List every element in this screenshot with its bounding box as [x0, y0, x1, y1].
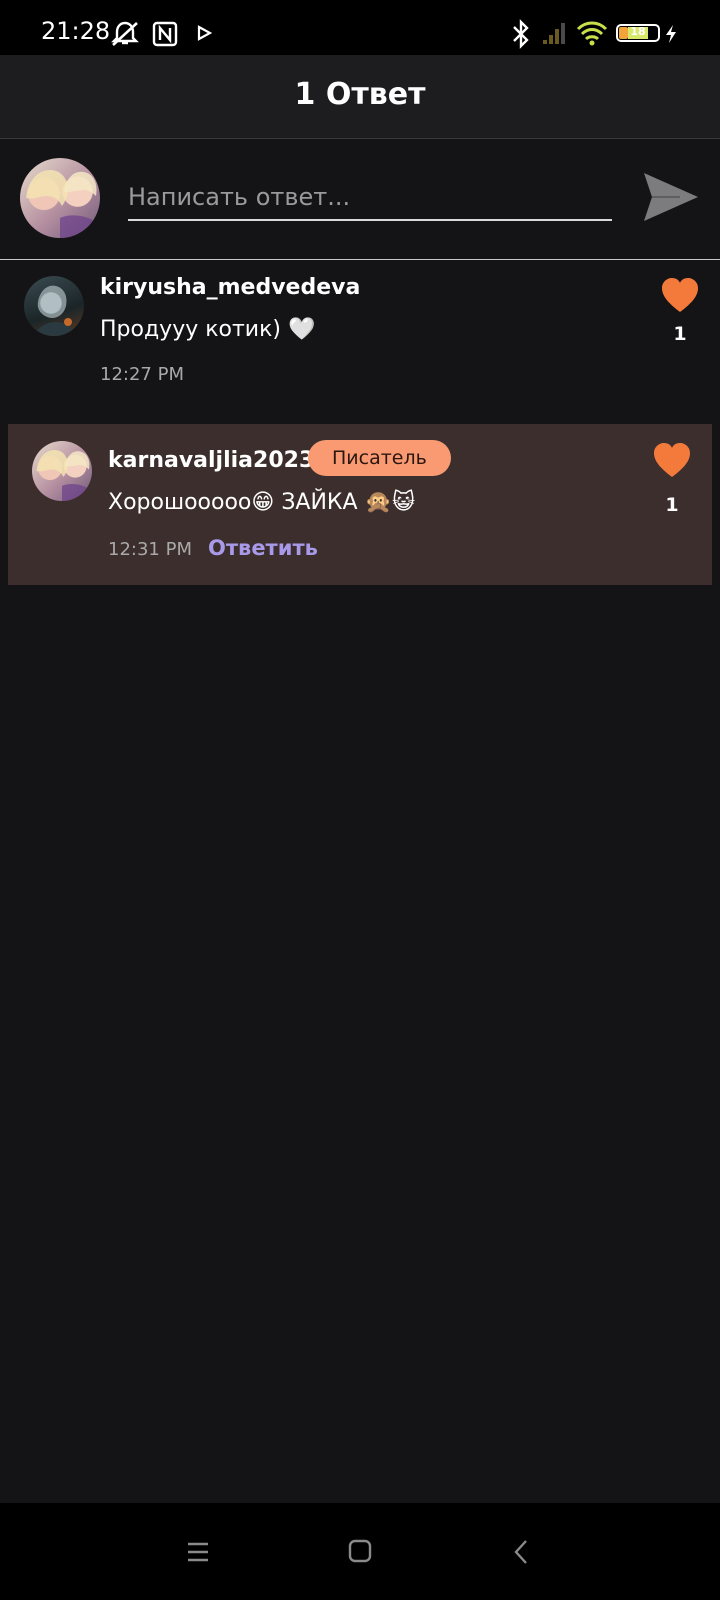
battery-icon: 18 [616, 24, 660, 42]
wifi-icon [576, 21, 608, 46]
home-icon[interactable] [348, 1539, 372, 1563]
signal-icon [543, 23, 565, 44]
comment-time: 12:31 PM [108, 539, 192, 560]
battery-level: 18 [630, 25, 646, 38]
comment-text: Хорошоoooo😁 ЗАЙКА 🙊😺 [108, 490, 415, 515]
page-title: 1 Ответ [294, 77, 426, 112]
app-header: 1 Ответ [0, 55, 720, 139]
compose-bar [0, 139, 720, 260]
avatar[interactable] [24, 276, 84, 336]
comment-username[interactable]: kiryusha_medvedeva [100, 275, 360, 300]
heart-icon[interactable] [652, 441, 692, 481]
bell-muted-icon [111, 21, 139, 46]
list-item: kiryusha_medvedeva Продууу котик) 🤍 12:2… [0, 259, 720, 409]
avatar-image [26, 170, 97, 238]
role-badge: Писатель [308, 440, 451, 476]
comment-username[interactable]: karnavaljlia2023 [108, 448, 314, 473]
play-icon [197, 25, 212, 41]
status-bar: 21:28 18 [0, 0, 720, 55]
like-count: 1 [673, 323, 687, 345]
like-count: 1 [665, 494, 679, 516]
avatar-image [36, 450, 90, 501]
charging-icon [666, 25, 676, 43]
avatar[interactable] [20, 158, 100, 238]
status-time: 21:28 [41, 17, 111, 45]
menu-icon[interactable] [186, 1541, 210, 1563]
navigation-bar [0, 1503, 720, 1600]
comment-time: 12:27 PM [100, 364, 184, 385]
comment-text: Продууу котик) 🤍 [100, 317, 316, 342]
list-item: karnavaljlia2023 Писатель Хорошоoooo😁 ЗА… [8, 424, 712, 585]
back-icon[interactable] [512, 1539, 532, 1565]
heart-icon[interactable] [660, 276, 700, 316]
reply-button[interactable]: Ответить [208, 536, 318, 560]
nfc-icon [152, 21, 178, 47]
send-icon[interactable] [640, 169, 700, 225]
bluetooth-icon [513, 19, 529, 49]
reply-input[interactable] [128, 175, 612, 221]
avatar-image [34, 285, 76, 336]
avatar[interactable] [32, 441, 92, 501]
